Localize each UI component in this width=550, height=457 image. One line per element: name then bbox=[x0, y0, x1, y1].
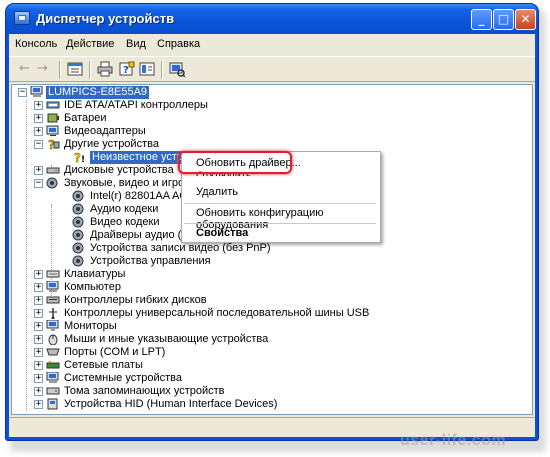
expand-toggle[interactable]: + bbox=[34, 166, 43, 175]
title-bar[interactable]: Диспетчер устройств _ □ ✕ bbox=[6, 4, 538, 34]
mouse-icon bbox=[48, 334, 58, 345]
expand-toggle[interactable]: + bbox=[34, 127, 43, 136]
tree-connector bbox=[26, 100, 27, 411]
menu-view[interactable]: Вид bbox=[126, 38, 146, 50]
tree-item-label: Клавиатуры bbox=[64, 268, 126, 280]
battery-icon bbox=[47, 113, 59, 123]
expand-toggle[interactable]: + bbox=[34, 335, 43, 344]
toolbar-separator bbox=[59, 61, 61, 79]
menu-properties[interactable]: Свойства bbox=[196, 227, 248, 239]
device-tree[interactable]: − LUMPICS-E8E55A9 + IDE ATA/ATAPI контро… bbox=[11, 84, 533, 415]
expand-toggle[interactable]: + bbox=[34, 374, 43, 383]
tree-item-label: Мониторы bbox=[64, 320, 117, 332]
tree-item-label: Системные устройства bbox=[64, 372, 183, 384]
tree-item-label: Видеоадаптеры bbox=[64, 125, 146, 137]
tree-item-label: Тома запоминающих устройств bbox=[64, 385, 225, 397]
window-title: Диспетчер устройств bbox=[36, 11, 175, 26]
svg-text:?: ? bbox=[123, 65, 129, 76]
tree-root[interactable]: − LUMPICS-E8E55A9 bbox=[14, 86, 164, 99]
close-button[interactable]: ✕ bbox=[515, 9, 536, 30]
collapse-toggle[interactable]: − bbox=[18, 88, 27, 97]
ide-icon bbox=[46, 101, 60, 109]
svg-text:!: ! bbox=[81, 155, 85, 163]
tree-item-label: Контроллеры универсальной последовательн… bbox=[64, 307, 370, 319]
maximize-button[interactable]: □ bbox=[493, 9, 514, 30]
expand-toggle[interactable]: + bbox=[34, 270, 43, 279]
expand-toggle[interactable]: + bbox=[34, 283, 43, 292]
tree-item-label: Контроллеры гибких дисков bbox=[64, 294, 207, 306]
tree-item-label: Батареи bbox=[64, 112, 107, 124]
tree-item-label: Сетевые платы bbox=[64, 359, 143, 371]
tree-item-label: IDE ATA/ATAPI контроллеры bbox=[64, 99, 208, 111]
help-icon[interactable]: ? bbox=[119, 61, 135, 77]
toolbar-separator bbox=[89, 61, 91, 79]
tree-item-label: Устройства HID (Human Interface Devices) bbox=[64, 398, 278, 410]
sound-icon bbox=[72, 203, 84, 215]
print-icon[interactable] bbox=[97, 61, 113, 77]
menu-console[interactable]: Консоль bbox=[15, 38, 57, 50]
expand-toggle[interactable]: + bbox=[34, 400, 43, 409]
sound-icon bbox=[46, 177, 58, 189]
menu-action[interactable]: Действие bbox=[66, 38, 114, 50]
collapse-toggle[interactable]: − bbox=[34, 140, 43, 149]
device-manager-icon bbox=[14, 11, 30, 25]
view-icon[interactable] bbox=[139, 61, 155, 77]
tree-item-label: Аудио кодеки bbox=[90, 203, 159, 215]
tree-item-label: Устройства управления bbox=[90, 255, 211, 267]
tree-item-label: Компьютер bbox=[64, 281, 121, 293]
tree-item-label: Видео кодеки bbox=[90, 216, 160, 228]
expand-toggle[interactable]: + bbox=[34, 101, 43, 110]
tree-item-label: Дисковые устройства bbox=[64, 164, 174, 176]
menu-separator bbox=[184, 203, 376, 204]
expand-toggle[interactable]: + bbox=[34, 309, 43, 318]
expand-toggle[interactable]: + bbox=[34, 387, 43, 396]
menu-help[interactable]: Справка bbox=[157, 38, 200, 50]
sound-icon bbox=[72, 216, 84, 228]
watermark: user-life.com bbox=[400, 432, 507, 449]
volume-icon bbox=[46, 387, 60, 395]
port-icon bbox=[46, 348, 60, 356]
tree-item-label: Устройства записи видео (без PnP) bbox=[90, 242, 271, 254]
network-icon bbox=[46, 361, 60, 369]
display-adapter-icon bbox=[46, 125, 59, 136]
expand-toggle[interactable]: + bbox=[34, 348, 43, 357]
minimize-button[interactable]: _ bbox=[471, 9, 492, 30]
expand-toggle[interactable]: + bbox=[34, 361, 43, 370]
tree-item-label: Мыши и иные указывающие устройства bbox=[64, 333, 269, 345]
menu-separator bbox=[184, 223, 376, 224]
sound-icon bbox=[72, 242, 84, 254]
warning-device-icon: ?! bbox=[74, 151, 85, 163]
toolbar-separator bbox=[161, 61, 163, 79]
highlight-box bbox=[178, 151, 292, 174]
keyboard-icon bbox=[46, 270, 60, 278]
hid-icon bbox=[47, 398, 58, 410]
expand-toggle[interactable]: + bbox=[34, 322, 43, 331]
sound-icon bbox=[72, 190, 84, 202]
tree-root-label: LUMPICS-E8E55A9 bbox=[46, 86, 150, 99]
menu-bar: Консоль Действие Вид Справка bbox=[9, 34, 535, 54]
svg-text:?: ? bbox=[74, 151, 81, 163]
collapse-toggle[interactable]: − bbox=[34, 179, 43, 188]
sound-icon bbox=[72, 255, 84, 267]
floppy-icon bbox=[46, 296, 60, 304]
disk-icon bbox=[46, 167, 60, 174]
monitor-icon bbox=[46, 320, 59, 331]
forward-button[interactable]: → bbox=[37, 61, 53, 77]
toolbar: ← → ? bbox=[9, 56, 535, 82]
expand-toggle[interactable]: + bbox=[34, 114, 43, 123]
computer-icon bbox=[46, 281, 59, 292]
usb-icon bbox=[49, 308, 57, 319]
expand-toggle[interactable]: + bbox=[34, 296, 43, 305]
properties-icon[interactable] bbox=[67, 61, 83, 77]
unknown-device-icon: ? bbox=[48, 138, 60, 150]
tree-item-label: Другие устройства bbox=[64, 138, 159, 150]
tree-item-label: Порты (COM и LPT) bbox=[64, 346, 166, 358]
scan-hardware-icon[interactable] bbox=[169, 61, 185, 77]
menu-delete[interactable]: Удалить bbox=[196, 186, 238, 198]
system-icon bbox=[46, 372, 59, 383]
sound-icon bbox=[72, 229, 84, 241]
computer-icon bbox=[30, 86, 43, 97]
back-button[interactable]: ← bbox=[19, 61, 35, 77]
